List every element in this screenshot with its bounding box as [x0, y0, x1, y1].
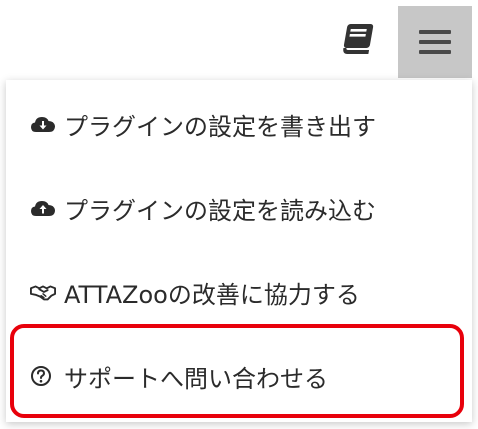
menu-item-label: プラグインの設定を読み込む	[64, 196, 376, 225]
menu-item-import-settings[interactable]: プラグインの設定を読み込む	[6, 178, 472, 238]
menu-item-export-settings[interactable]: プラグインの設定を書き出す	[6, 94, 472, 154]
manual-book-button[interactable]	[336, 16, 380, 62]
handshake-icon	[30, 279, 56, 305]
menu-item-contact-support[interactable]: サポートへ問い合わせる	[6, 346, 472, 406]
menu-item-help-improve[interactable]: ATTAZooの改善に協力する	[6, 262, 472, 322]
cloud-download-icon	[30, 111, 56, 137]
menu-item-label: プラグインの設定を書き出す	[64, 112, 376, 141]
book-icon	[343, 24, 374, 54]
hamburger-menu-icon	[419, 30, 451, 54]
main-menu-button[interactable]	[398, 6, 472, 78]
cloud-upload-icon	[30, 195, 56, 221]
question-circle-icon	[30, 363, 56, 389]
menu-item-label: サポートへ問い合わせる	[64, 364, 328, 393]
main-menu-dropdown: プラグインの設定を書き出す プラグインの設定を読み込む ATTAZooの改善に協…	[6, 80, 472, 422]
menu-item-label: ATTAZooの改善に協力する	[64, 280, 360, 309]
